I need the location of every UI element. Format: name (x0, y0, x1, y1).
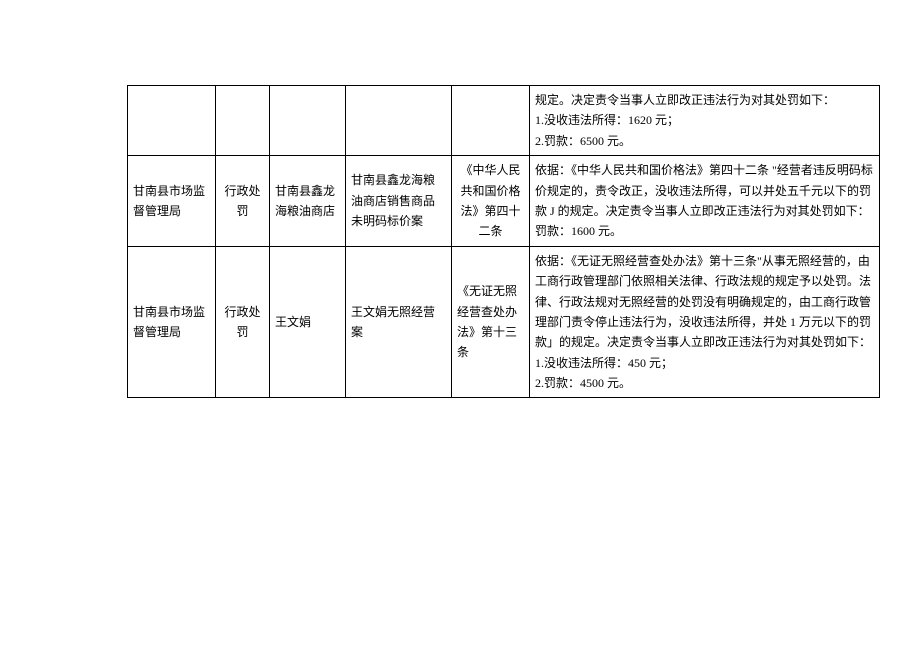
cell-law (452, 86, 530, 156)
cell-agency (128, 86, 216, 156)
cell-detail: 规定。决定责令当事人立即改正违法行为对其处罚如下：1.没收违法所得：1620 元… (530, 86, 880, 156)
cell-detail: 依据：《中华人民共和国价格法》第四十二条 "经营者违反明码标价规定的，责令改正，… (530, 156, 880, 247)
table-row: 甘南县市场监督管理局 行政处罚 王文娟 王文娟无照经营案 《无证无照经营查处办法… (128, 246, 880, 398)
cell-agency: 甘南县市场监督管理局 (128, 246, 216, 398)
cell-detail: 依据：《无证无照经营查处办法》第十三条"从事无照经营的，由工商行政管理部门依照相… (530, 246, 880, 398)
cell-party: 甘南县鑫龙海粮油商店 (270, 156, 346, 247)
cell-law: 《中华人民共和国价格法》第四十二条 (452, 156, 530, 247)
cell-law: 《无证无照经营查处办法》第十三条 (452, 246, 530, 398)
cell-party (270, 86, 346, 156)
cell-case: 王文娟无照经营案 (346, 246, 452, 398)
penalty-table-container: 规定。决定责令当事人立即改正违法行为对其处罚如下：1.没收违法所得：1620 元… (127, 85, 879, 398)
cell-case (346, 86, 452, 156)
cell-type (216, 86, 270, 156)
cell-type: 行政处罚 (216, 246, 270, 398)
table-row: 规定。决定责令当事人立即改正违法行为对其处罚如下：1.没收违法所得：1620 元… (128, 86, 880, 156)
cell-type: 行政处罚 (216, 156, 270, 247)
cell-case: 甘南县鑫龙海粮油商店销售商品未明码标价案 (346, 156, 452, 247)
cell-agency: 甘南县市场监督管理局 (128, 156, 216, 247)
table-row: 甘南县市场监督管理局 行政处罚 甘南县鑫龙海粮油商店 甘南县鑫龙海粮油商店销售商… (128, 156, 880, 247)
cell-party: 王文娟 (270, 246, 346, 398)
penalty-table: 规定。决定责令当事人立即改正违法行为对其处罚如下：1.没收违法所得：1620 元… (127, 85, 880, 398)
